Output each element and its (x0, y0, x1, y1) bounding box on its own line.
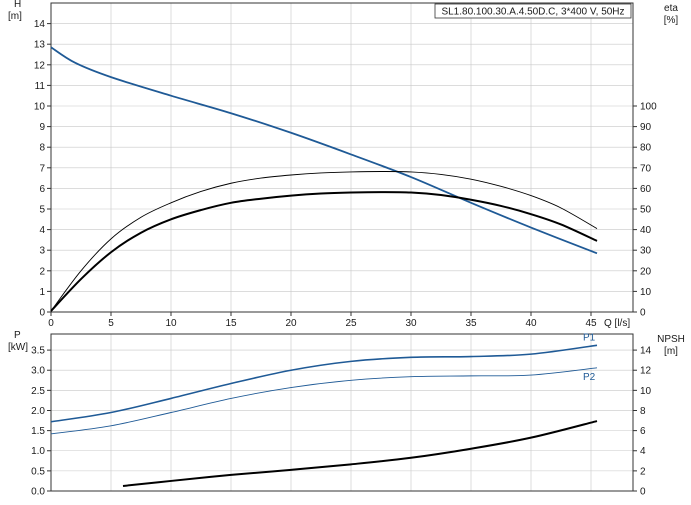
bottom-y2-tick-label: 14 (640, 346, 652, 357)
top-y-tick-label: 10 (34, 102, 46, 113)
top-y-tick-label: 7 (39, 163, 45, 174)
bottom-y2-axis-label: NPSH (657, 334, 685, 345)
top-y-tick-label: 0 (39, 308, 45, 319)
top-y2-tick-label: 30 (640, 246, 652, 257)
chart-canvas: 0123456789101112131401020304050607080901… (8, 0, 685, 498)
top-y-tick-label: 11 (35, 81, 46, 92)
top-y2-axis-label: eta (664, 3, 678, 14)
x-axis-label: Q [l/s] (604, 318, 630, 329)
bottom-y-tick-label: 2.5 (31, 386, 45, 397)
x-tick-label: 45 (585, 318, 597, 329)
pump-performance-chart: 0 1 2 3 4 5 6 7 8 9 10 11 12 13 14 0 10 20 30 40 50 60 70 80 90 1… (0, 0, 691, 500)
top-y-tick-label: 3 (39, 246, 45, 257)
x-tick-label: 25 (345, 318, 357, 329)
top-plot-frame (50, 2, 634, 313)
bottom-y2-tick-label: 4 (640, 446, 646, 457)
top-y2-tick-label: 60 (640, 184, 652, 195)
top-y2-tick-label: 70 (640, 163, 652, 174)
bottom-y2-tick-label: 8 (640, 406, 646, 417)
top-y-tick-label: 9 (39, 122, 45, 133)
top-y-axis-label: [m] (8, 11, 22, 22)
x-tick-label: 0 (48, 318, 54, 329)
chart-title: SL1.80.100.30.A.4.50D.C, 3*400 V, 50Hz (441, 7, 624, 18)
bottom-y-tick-label: 0.0 (31, 487, 45, 498)
x-tick-label: 20 (285, 318, 297, 329)
bottom-y-tick-label: 3.0 (31, 366, 45, 377)
x-tick-label: 5 (108, 318, 114, 329)
top-y-tick-label: 14 (34, 19, 46, 30)
top-y2-axis-label: [%] (664, 15, 679, 26)
bottom-y-axis-label: [kW] (8, 342, 28, 353)
bottom-y-axis-label: P (14, 330, 21, 341)
top-y2-tick-label: 10 (640, 287, 652, 298)
bottom-y2-axis-label: [m] (664, 346, 678, 357)
top-y-tick-label: 1 (39, 287, 45, 298)
top-y2-tick-label: 0 (640, 308, 646, 319)
top-y-tick-label: 12 (34, 60, 46, 71)
x-tick-label: 15 (225, 318, 237, 329)
x-tick-label: 10 (165, 318, 177, 329)
bottom-y2-tick-label: 12 (640, 366, 652, 377)
bottom-y-tick-label: 1.0 (31, 446, 45, 457)
top-series-3 (50, 191, 598, 312)
top-y2-tick-label: 50 (640, 205, 652, 216)
bottom-series-p1-label: P1 (583, 332, 596, 343)
top-y2-tick-label: 20 (640, 266, 652, 277)
top-y2-tick-label: 100 (640, 102, 657, 113)
bottom-y-tick-label: 3.5 (31, 346, 45, 357)
bottom-series-p2 (50, 367, 598, 435)
bottom-y2-tick-label: 0 (640, 487, 646, 498)
bottom-y-tick-label: 0.5 (31, 466, 45, 477)
top-y-tick-label: 8 (39, 143, 45, 154)
top-y-tick-label: 13 (34, 40, 46, 51)
top-y-tick-label: 4 (39, 225, 45, 236)
bottom-y2-tick-label: 2 (640, 466, 646, 477)
x-tick-label: 40 (525, 318, 537, 329)
x-tick-label: 35 (465, 318, 477, 329)
top-y-axis-label: H (14, 0, 21, 10)
top-y-tick-label: 2 (39, 266, 45, 277)
bottom-plot-frame (50, 333, 634, 492)
bottom-y2-tick-label: 10 (640, 386, 652, 397)
bottom-series-p2-label: P2 (583, 372, 596, 383)
bottom-y2-tick-label: 6 (640, 426, 646, 437)
top-y-tick-label: 5 (39, 205, 45, 216)
bottom-y-tick-label: 2.0 (31, 406, 45, 417)
bottom-y-tick-label: 1.5 (31, 426, 45, 437)
top-y2-tick-label: 90 (640, 122, 652, 133)
top-y-tick-label: 6 (39, 184, 45, 195)
x-tick-label: 30 (405, 318, 417, 329)
top-y2-tick-label: 80 (640, 143, 652, 154)
top-y2-tick-label: 40 (640, 225, 652, 236)
